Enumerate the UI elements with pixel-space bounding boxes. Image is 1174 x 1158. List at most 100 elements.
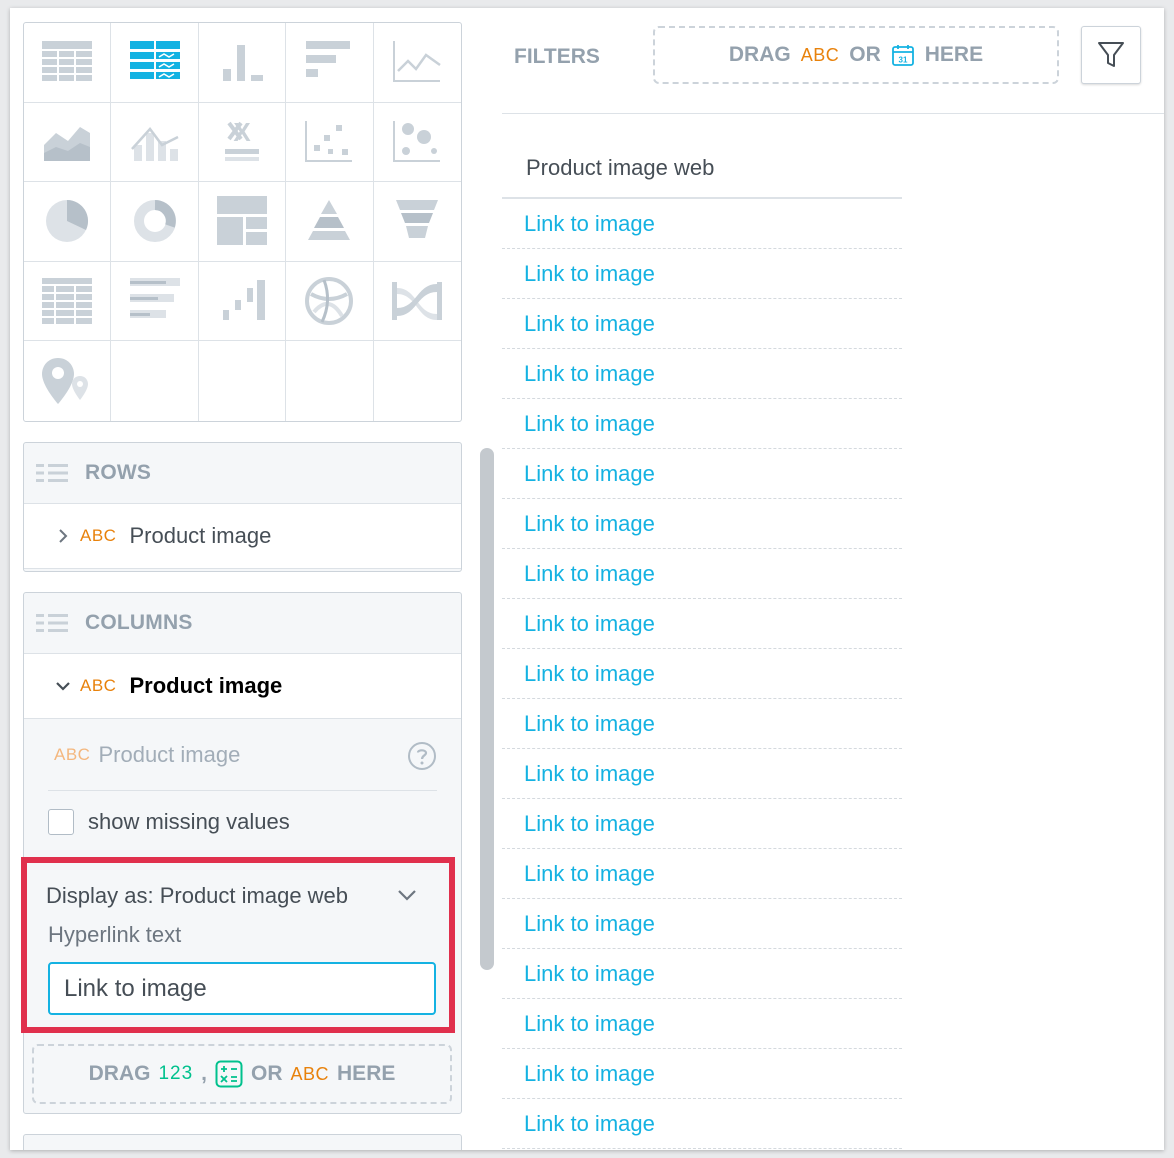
svg-text:31: 31 (898, 56, 907, 65)
viz-area-chart[interactable] (24, 102, 112, 183)
show-missing-values-label: show missing values (88, 809, 290, 834)
viz-bullet-chart[interactable] (111, 261, 199, 342)
viz-dependency-wheel[interactable] (286, 261, 374, 342)
metric-type-label: 123 (158, 1063, 194, 1084)
image-hyperlink[interactable]: Link to image (524, 911, 655, 937)
headline-icon (129, 41, 180, 80)
viz-sankey-chart[interactable] (373, 262, 461, 342)
viz-donut-chart[interactable] (111, 182, 199, 262)
table-row: Link to image (502, 199, 902, 249)
sankey-chart-icon (392, 282, 443, 321)
rows-item-name: Product image (129, 523, 272, 548)
bullet-chart-icon (129, 278, 180, 319)
image-hyperlink[interactable]: Link to image (524, 211, 655, 237)
image-hyperlink[interactable]: Link to image (524, 661, 655, 687)
viz-combo-chart[interactable] (111, 102, 199, 183)
funnel-chart-icon (396, 200, 439, 239)
table-row: Link to image (502, 499, 902, 549)
visualization-type-picker: X (23, 22, 462, 422)
rows-bucket-item[interactable]: ABC Product image (24, 503, 461, 569)
image-hyperlink[interactable]: Link to image (524, 511, 655, 537)
image-hyperlink[interactable]: Link to image (524, 561, 655, 587)
attribute-type-label: ABC (54, 744, 91, 764)
filter-button[interactable] (1081, 26, 1141, 84)
chevron-right-icon[interactable] (54, 527, 72, 545)
help-icon[interactable] (407, 741, 437, 771)
table-row: Link to image (502, 399, 902, 449)
heatmap-icon (42, 278, 93, 325)
table-row: Link to image (502, 449, 902, 499)
table-row: Link to image (502, 649, 902, 699)
table-row: Link to image (502, 349, 902, 399)
viz-pie-chart[interactable] (24, 182, 112, 262)
table-row: Link to image (502, 899, 902, 949)
viz-pyramid-chart[interactable] (286, 182, 374, 262)
viz-bubble-chart[interactable] (373, 103, 461, 183)
image-hyperlink[interactable]: Link to image (524, 611, 655, 637)
drop-or-text: OR (251, 1062, 283, 1085)
chevron-down-icon[interactable] (54, 677, 72, 695)
table-row: Link to image (502, 949, 902, 999)
combo-chart-icon (130, 126, 179, 161)
treemap-icon (216, 196, 267, 246)
viz-line-chart[interactable] (373, 23, 461, 103)
show-missing-values-row[interactable]: show missing values (48, 791, 437, 853)
highlight-annotation-box (21, 857, 455, 1033)
viz-waterfall-chart[interactable] (198, 261, 287, 342)
rows-lines-icon (36, 464, 68, 482)
table-row: Link to image (502, 549, 902, 599)
viz-empty-slot (286, 341, 374, 421)
filter-here-text: HERE (924, 43, 984, 66)
table-row: Link to image (502, 299, 902, 349)
image-hyperlink[interactable]: Link to image (524, 411, 655, 437)
viz-funnel-chart[interactable] (373, 182, 461, 262)
viz-column-chart[interactable] (198, 23, 287, 103)
image-hyperlink[interactable]: Link to image (524, 961, 655, 987)
image-hyperlink[interactable]: Link to image (524, 461, 655, 487)
image-hyperlink[interactable]: Link to image (524, 811, 655, 837)
image-hyperlink[interactable]: Link to image (524, 761, 655, 787)
attribute-type-label: ABC (800, 44, 840, 65)
image-hyperlink[interactable]: Link to image (524, 361, 655, 387)
columns-drop-zone[interactable]: DRAG 123 , OR ABC HERE (32, 1044, 452, 1104)
table-row: Link to image (502, 799, 902, 849)
show-missing-values-checkbox[interactable] (48, 809, 74, 835)
waterfall-chart-icon (222, 280, 265, 321)
panel-scrollbar-thumb[interactable] (480, 448, 494, 970)
drop-here-text: HERE (337, 1062, 396, 1085)
filter-drop-zone[interactable]: DRAG ABC OR 31 HERE (653, 26, 1059, 84)
image-hyperlink[interactable]: Link to image (524, 261, 655, 287)
headline-x-icon: X (224, 117, 259, 161)
rows-bucket: ROWS ABC Product image (23, 442, 462, 572)
calculated-metric-icon (215, 1060, 243, 1088)
columns-bucket-item[interactable]: ABC Product image (24, 653, 461, 719)
image-hyperlink[interactable]: Link to image (524, 1111, 655, 1137)
viz-bar-chart[interactable] (286, 23, 374, 103)
image-hyperlink[interactable]: Link to image (524, 711, 655, 737)
viz-empty-slot (374, 341, 461, 421)
viz-geo-pushpin[interactable] (24, 341, 112, 421)
next-bucket-partial (23, 1134, 462, 1150)
geo-pushpin-icon (42, 358, 89, 405)
pyramid-chart-icon (308, 200, 351, 241)
image-hyperlink[interactable]: Link to image (524, 311, 655, 337)
result-table: Product image web Link to image Link to i… (502, 138, 902, 1149)
viz-headline[interactable]: X (198, 102, 287, 183)
viz-table[interactable] (24, 23, 112, 103)
table-row: Link to image (502, 999, 902, 1049)
image-hyperlink[interactable]: Link to image (524, 1011, 655, 1037)
funnel-filter-icon (1098, 42, 1124, 67)
drop-comma: , (201, 1062, 207, 1085)
pie-chart-icon (46, 200, 89, 243)
viz-scatter-plot[interactable] (286, 102, 374, 183)
image-hyperlink[interactable]: Link to image (524, 861, 655, 887)
scatter-plot-icon (305, 120, 353, 162)
viz-headline-table[interactable] (111, 23, 199, 103)
table-row: Link to image (502, 1049, 902, 1099)
table-row: Link to image (502, 1099, 902, 1149)
bar-chart-icon (306, 41, 351, 78)
viz-heatmap[interactable] (24, 261, 112, 342)
image-hyperlink[interactable]: Link to image (524, 1061, 655, 1087)
attribute-selector[interactable]: ABC Product image (48, 719, 437, 791)
viz-treemap[interactable] (198, 182, 287, 262)
